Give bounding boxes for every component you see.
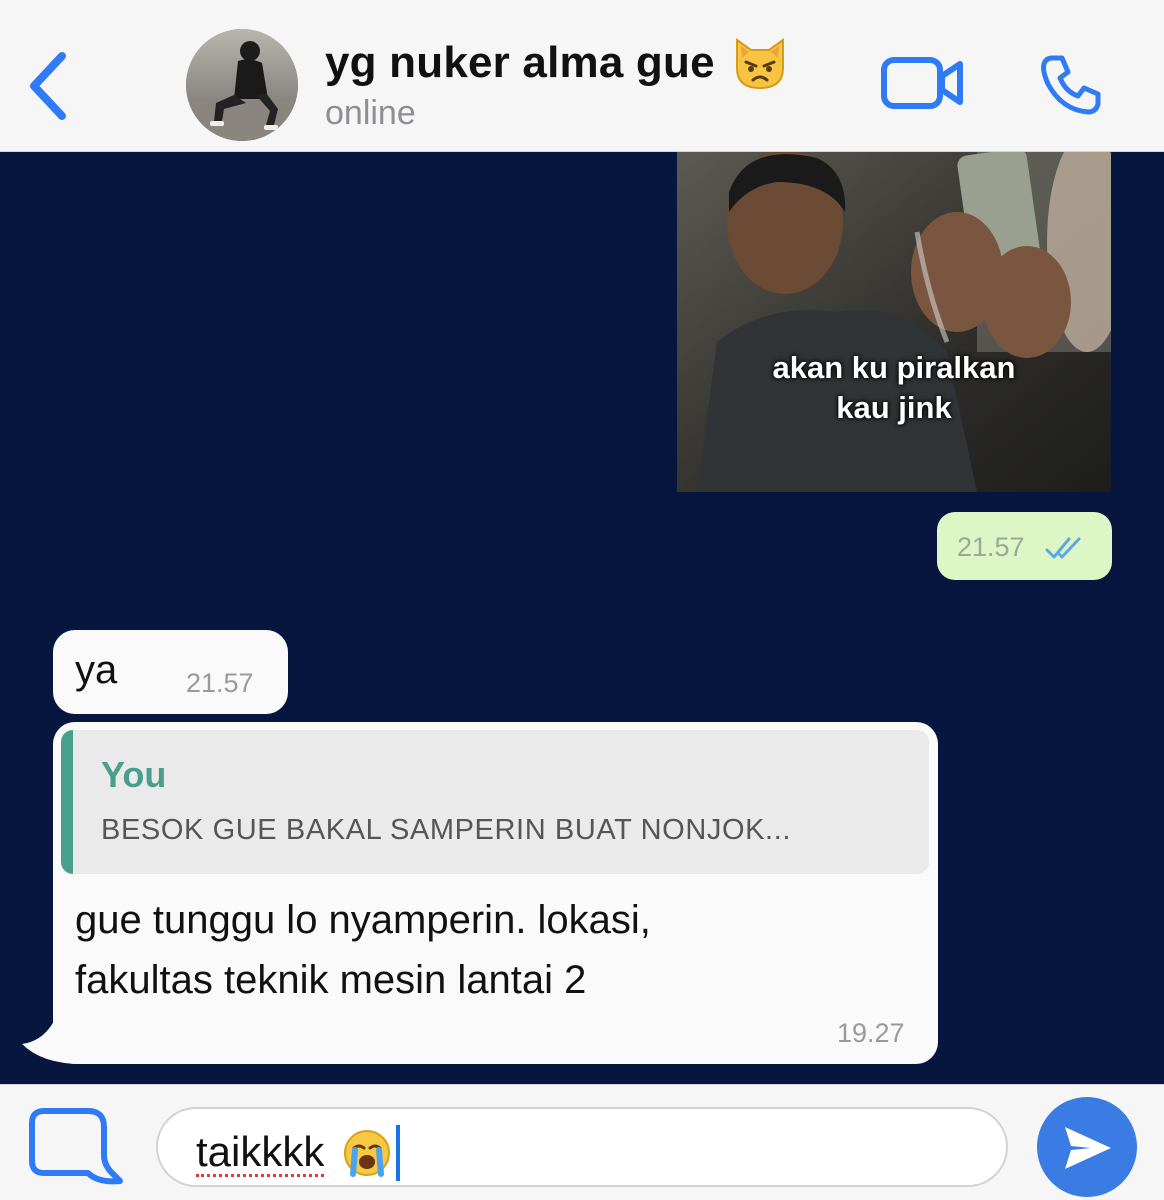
message-time: 19.27 <box>837 1018 905 1048</box>
loudly-crying-face-emoji <box>344 1130 391 1177</box>
outgoing-timestamp-bubble[interactable]: 21.57 <box>937 512 1112 580</box>
quoted-sender: You <box>101 754 167 795</box>
image-caption-line: akan ku piralkan <box>772 350 1016 385</box>
contact-name[interactable]: yg nuker alma gue <box>325 38 715 88</box>
typed-text: taikkkk <box>196 1127 325 1177</box>
meme-image <box>677 152 1111 492</box>
quoted-message[interactable]: You BESOK GUE BAKAL SAMPERIN BUAT NONJOK… <box>61 730 929 874</box>
chevron-left-icon[interactable] <box>22 46 72 126</box>
double-check-icon <box>1045 537 1081 559</box>
image-message[interactable]: akan ku piralkan kau jink <box>677 152 1111 492</box>
quote-accent-bar <box>61 730 73 874</box>
message-composer: taikkkk <box>0 1084 1164 1200</box>
sticker-icon[interactable] <box>28 1107 124 1191</box>
incoming-message-bubble[interactable]: ya 21.57 <box>53 630 288 714</box>
chat-area[interactable]: akan ku piralkan kau jink 21.57 ya 21.57… <box>0 152 1164 1084</box>
image-caption: akan ku piralkan kau jink <box>677 348 1111 428</box>
message-text-line: gue tunggu lo nyamperin. lokasi, <box>75 898 651 942</box>
text-caret <box>396 1125 401 1181</box>
message-input-value[interactable]: taikkkk <box>196 1125 401 1181</box>
message-time: 21.57 <box>186 668 254 698</box>
pouting-cat-emoji <box>735 38 784 90</box>
send-icon <box>1065 1127 1111 1169</box>
message-text: ya <box>75 648 118 692</box>
video-camera-icon[interactable] <box>880 54 966 112</box>
image-caption-line: kau jink <box>836 390 952 425</box>
message-input[interactable]: taikkkk <box>156 1107 1008 1187</box>
phone-icon[interactable] <box>1038 52 1104 118</box>
contact-status: online <box>325 94 416 132</box>
chat-header: yg nuker alma gue online <box>0 0 1164 152</box>
message-text: gue tunggu lo nyamperin. lokasi, fakulta… <box>75 890 875 1010</box>
send-button[interactable] <box>1037 1097 1137 1197</box>
quoted-text: BESOK GUE BAKAL SAMPERIN BUAT NONJOK... <box>101 814 792 846</box>
avatar[interactable] <box>186 29 298 141</box>
contact-title-row[interactable]: yg nuker alma gue <box>325 34 789 92</box>
message-time: 21.57 <box>957 532 1025 562</box>
message-text-line: fakultas teknik mesin lantai 2 <box>75 958 587 1002</box>
incoming-reply-bubble[interactable]: You BESOK GUE BAKAL SAMPERIN BUAT NONJOK… <box>53 722 938 1064</box>
